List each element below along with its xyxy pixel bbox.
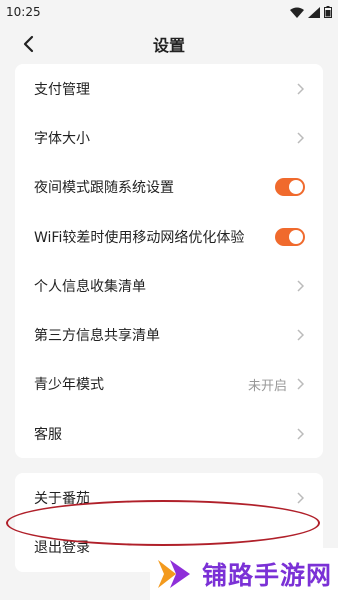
settings-card-main: 支付管理 字体大小 夜间模式跟随系统设置 WiFi较差时使用移动网络优化体验 个… bbox=[15, 64, 323, 459]
settings-item-night-mode: 夜间模式跟随系统设置 bbox=[15, 163, 323, 212]
settings-item-teen-mode[interactable]: 青少年模式 未开启 bbox=[15, 360, 323, 409]
chevron-right-icon bbox=[295, 427, 305, 441]
settings-item-customer-service[interactable]: 客服 bbox=[15, 409, 323, 458]
settings-item-label: 青少年模式 bbox=[34, 377, 104, 394]
settings-item-label: 关于番茄 bbox=[34, 491, 90, 508]
status-icons bbox=[290, 6, 332, 18]
chevron-right-icon bbox=[295, 279, 305, 293]
settings-item-label: 夜间模式跟随系统设置 bbox=[34, 180, 174, 197]
battery-icon bbox=[324, 6, 332, 18]
settings-item-about[interactable]: 关于番茄 bbox=[15, 473, 323, 522]
settings-item-label: 个人信息收集清单 bbox=[34, 278, 146, 295]
chevron-right-icon bbox=[295, 328, 305, 342]
settings-item-label: 支付管理 bbox=[34, 81, 90, 98]
settings-item-label: 客服 bbox=[34, 426, 62, 443]
watermark-logo-icon bbox=[158, 560, 190, 588]
wifi-icon bbox=[290, 7, 304, 18]
nav-bar: 设置 bbox=[0, 24, 338, 64]
signal-icon bbox=[308, 6, 320, 18]
chevron-right-icon bbox=[295, 82, 305, 96]
settings-item-third-party[interactable]: 第三方信息共享清单 bbox=[15, 310, 323, 359]
page-title: 设置 bbox=[152, 36, 185, 55]
status-time: 10:25 bbox=[6, 5, 41, 19]
status-bar: 10:25 bbox=[0, 0, 338, 24]
night-mode-toggle[interactable] bbox=[275, 178, 305, 197]
settings-item-label: 字体大小 bbox=[34, 130, 90, 147]
chevron-right-icon bbox=[295, 377, 305, 391]
settings-item-label: 第三方信息共享清单 bbox=[34, 328, 160, 345]
teen-mode-status: 未开启 bbox=[247, 378, 287, 394]
settings-item-personal-info[interactable]: 个人信息收集清单 bbox=[15, 261, 323, 310]
chevron-right-icon bbox=[295, 491, 305, 505]
settings-item-font-size[interactable]: 字体大小 bbox=[15, 113, 323, 162]
settings-item-label: 退出登录 bbox=[34, 540, 90, 557]
chevron-right-icon bbox=[295, 131, 305, 145]
watermark: 铺路手游网 bbox=[150, 548, 338, 600]
settings-item-payment[interactable]: 支付管理 bbox=[15, 64, 323, 113]
back-button[interactable] bbox=[16, 32, 40, 56]
watermark-text: 铺路手游网 bbox=[202, 561, 333, 590]
wifi-optimize-toggle[interactable] bbox=[275, 227, 305, 246]
settings-item-wifi-optimize: WiFi较差时使用移动网络优化体验 bbox=[15, 212, 323, 261]
back-arrow-icon bbox=[23, 35, 34, 53]
settings-item-label: WiFi较差时使用移动网络优化体验 bbox=[34, 229, 245, 246]
